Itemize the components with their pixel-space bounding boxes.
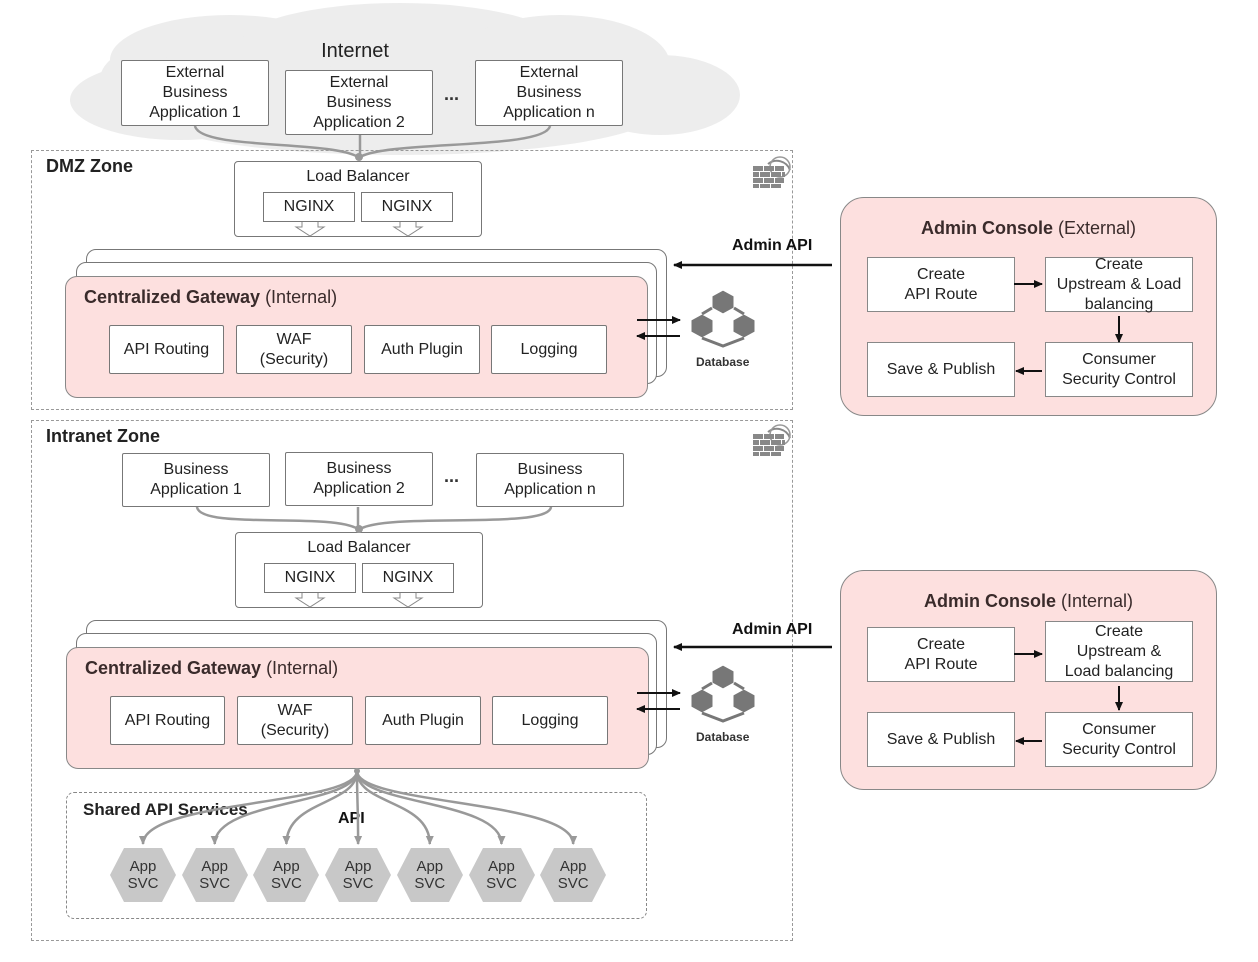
module-api-routing[interactable]: API Routing [109, 325, 224, 374]
module-auth-plugin[interactable]: Auth Plugin [365, 696, 481, 745]
app-svc-label: App SVC [199, 858, 231, 892]
admin-api-label: Admin API [732, 621, 813, 638]
app-svc-label: App SVC [127, 858, 159, 892]
api-label: API [338, 810, 365, 827]
ellipsis: ... [444, 84, 460, 104]
gateway-title-rest: (Internal) [260, 287, 338, 307]
nginx-node-1[interactable]: NGINX [264, 563, 356, 593]
admin-api-label: Admin API [732, 237, 813, 254]
external-app-n[interactable]: External Business Application n [475, 60, 623, 126]
dmz-load-balancer: Load Balancer NGINX NGINX [234, 161, 482, 237]
load-balancer-title: Load Balancer [307, 539, 411, 556]
console-title-bold: Admin Console [920, 218, 1053, 238]
nginx-node-1[interactable]: NGINX [263, 192, 355, 222]
firewall-icon [753, 156, 791, 188]
gateway-title-bold: Centralized Gateway [85, 658, 262, 678]
app-svc-node[interactable]: App SVC [468, 848, 535, 902]
module-auth-plugin[interactable]: Auth Plugin [364, 325, 480, 374]
console-title: Admin Console (Internal) [841, 591, 1216, 612]
database-label: Database [696, 355, 750, 369]
module-waf[interactable]: WAF (Security) [237, 696, 353, 745]
console-title-bold: Admin Console [923, 591, 1056, 611]
app-svc-node[interactable]: App SVC [325, 848, 392, 902]
intranet-load-balancer: Load Balancer NGINX NGINX [235, 532, 483, 608]
app-svc-label: App SVC [270, 858, 302, 892]
gateway-title-rest: (Internal) [261, 658, 339, 678]
external-app-1[interactable]: External Business Application 1 [121, 60, 269, 126]
database-label: Database [696, 730, 750, 744]
intranet-centralized-gateway: Centralized Gateway (Internal) API Routi… [66, 647, 649, 769]
database-icon [690, 289, 756, 348]
app-svc-label: App SVC [342, 858, 374, 892]
app-svc-label: App SVC [414, 858, 446, 892]
firewall-icon [753, 424, 791, 456]
step-create-upstream[interactable]: Create Upstream & Load balancing [1045, 256, 1193, 313]
app-svc-node[interactable]: App SVC [253, 848, 320, 902]
app-svc-node[interactable]: App SVC [110, 848, 176, 902]
business-app-n[interactable]: Business Application n [476, 453, 624, 507]
app-svc-node[interactable]: App SVC [181, 848, 248, 902]
external-app-2[interactable]: External Business Application 2 [285, 70, 433, 135]
app-svc-node[interactable]: App SVC [540, 848, 607, 902]
admin-console-external: Admin Console (External) Create API Rout… [840, 197, 1217, 416]
console-title-rest: (Internal) [1055, 591, 1134, 611]
step-consumer-security[interactable]: Consumer Security Control [1045, 342, 1193, 397]
step-save-publish[interactable]: Save & Publish [867, 712, 1015, 767]
console-title: Admin Console (External) [841, 218, 1216, 239]
step-create-api-route[interactable]: Create API Route [867, 257, 1015, 312]
dmz-centralized-gateway: Centralized Gateway (Internal) API Routi… [65, 276, 648, 398]
step-save-publish[interactable]: Save & Publish [867, 342, 1015, 397]
module-api-routing[interactable]: API Routing [110, 696, 225, 745]
step-create-upstream[interactable]: Create Upstream & Load balancing [1045, 621, 1193, 682]
app-svc-label: App SVC [557, 858, 589, 892]
module-logging[interactable]: Logging [491, 325, 607, 374]
module-logging[interactable]: Logging [492, 696, 608, 745]
gateway-title-bold: Centralized Gateway [84, 287, 261, 307]
app-svc-node[interactable]: App SVC [396, 848, 463, 902]
admin-console-internal: Admin Console (Internal) Create API Rout… [840, 570, 1217, 790]
shared-api-services-title: Shared API Services [83, 800, 248, 819]
business-app-1[interactable]: Business Application 1 [122, 453, 270, 507]
internet-title: Internet [321, 40, 389, 62]
ellipsis: ... [444, 466, 460, 486]
gateway-title: Centralized Gateway (Internal) [85, 658, 338, 679]
step-consumer-security[interactable]: Consumer Security Control [1045, 712, 1193, 767]
business-app-2[interactable]: Business Application 2 [285, 452, 433, 506]
gateway-title: Centralized Gateway (Internal) [84, 287, 337, 308]
console-title-rest: (External) [1052, 218, 1137, 238]
module-waf[interactable]: WAF (Security) [236, 325, 352, 374]
database-icon [690, 664, 756, 723]
intranet-zone-title: Intranet Zone [46, 426, 161, 446]
nginx-node-2[interactable]: NGINX [362, 563, 454, 593]
step-create-api-route[interactable]: Create API Route [867, 627, 1015, 682]
load-balancer-title: Load Balancer [306, 168, 410, 185]
app-svc-label: App SVC [486, 858, 517, 892]
dmz-zone-title: DMZ Zone [46, 156, 133, 176]
nginx-node-2[interactable]: NGINX [361, 192, 453, 222]
